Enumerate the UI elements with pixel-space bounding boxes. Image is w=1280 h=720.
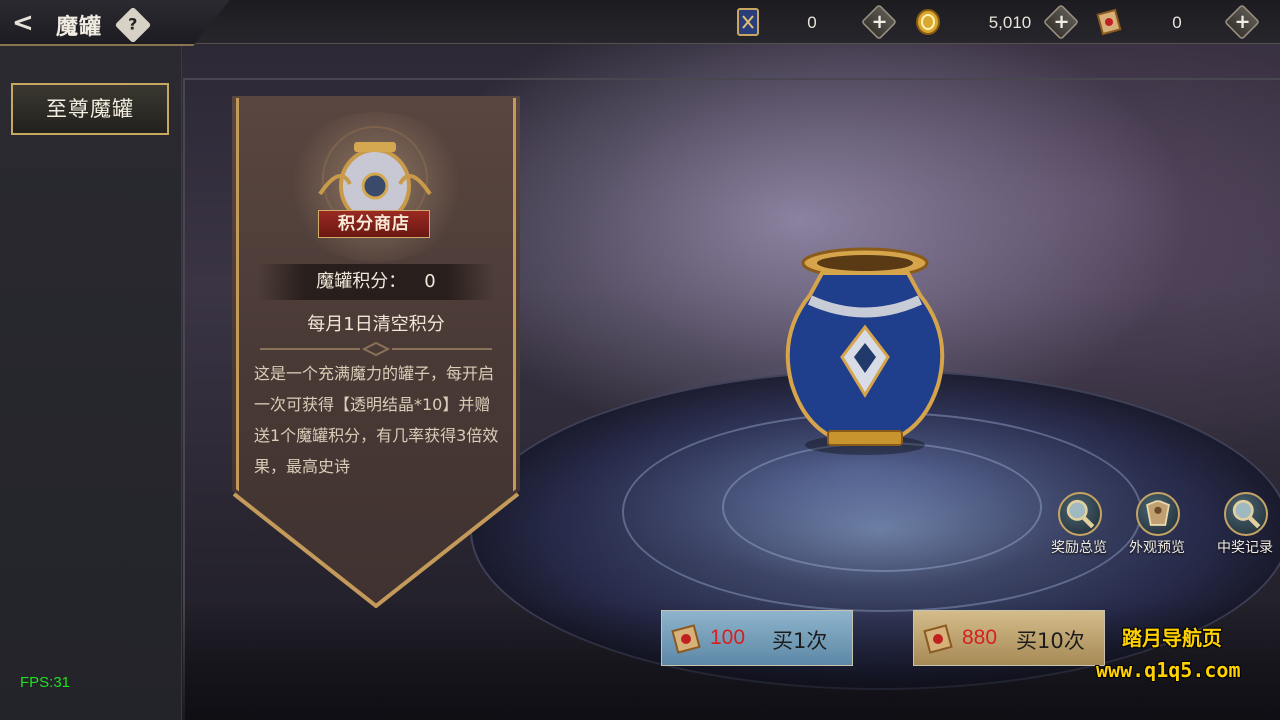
back-arrow-icon: < xyxy=(12,8,34,38)
currency-gold: 5,010 + xyxy=(915,3,1080,41)
reward-overview-label: 奖励总览 xyxy=(1051,540,1107,556)
gold-coin-icon xyxy=(916,9,940,35)
buy-ten-label: 买10次 xyxy=(1016,629,1085,653)
currency-cards: 0 + xyxy=(735,3,898,41)
tab-supreme-jar[interactable]: 至尊魔罐 xyxy=(11,83,169,135)
add-gold-button[interactable]: + xyxy=(1042,3,1080,41)
winning-records-label: 中奖记录 xyxy=(1217,540,1273,556)
armor-icon xyxy=(1136,492,1180,536)
buy-ten-button[interactable]: 880 买10次 xyxy=(913,610,1105,666)
scroll-icon xyxy=(1096,8,1122,36)
currency-value: 0 xyxy=(807,13,817,32)
watermark-title: 踏月导航页 xyxy=(1122,626,1222,650)
magnifier-icon xyxy=(1058,492,1102,536)
add-cards-button[interactable]: + xyxy=(860,3,898,41)
add-scrolls-button[interactable]: + xyxy=(1223,3,1261,41)
points-value: 0 xyxy=(424,271,436,292)
banner-bottom-edge xyxy=(232,492,520,608)
left-panel xyxy=(0,44,182,720)
scroll-icon xyxy=(923,624,953,654)
buy-ten-cost: 880 xyxy=(962,626,998,649)
top-bar: < 魔罐 ? 0 + 5,010 + 0 + xyxy=(0,0,1280,46)
buy-once-cost: 100 xyxy=(710,626,746,649)
back-button[interactable]: < xyxy=(12,9,48,37)
appearance-preview-label: 外观预览 xyxy=(1129,540,1185,556)
reset-note: 每月1日清空积分 xyxy=(307,314,445,335)
page-title: 魔罐 xyxy=(56,15,103,40)
ornament-divider xyxy=(260,342,492,356)
magnifier-icon xyxy=(1224,492,1268,536)
question-icon: ? xyxy=(128,15,138,34)
points-row: 魔罐积分： 0 xyxy=(258,264,494,300)
scroll-icon xyxy=(671,624,701,654)
fps-counter: FPS:31 xyxy=(20,674,71,691)
watermark-url: www.q1q5.com xyxy=(1096,658,1241,682)
reward-overview-button[interactable]: 奖励总览 xyxy=(1044,492,1114,562)
buy-once-label: 买1次 xyxy=(772,629,828,653)
buy-once-button[interactable]: 100 买1次 xyxy=(661,610,853,666)
currency-scrolls: 0 + xyxy=(1096,3,1264,41)
magic-jar[interactable] xyxy=(770,245,960,460)
points-shop-label[interactable]: 积分商店 xyxy=(318,210,430,238)
appearance-preview-button[interactable]: 外观预览 xyxy=(1122,492,1192,562)
jar-description: 这是一个充满魔力的罐子，每开启一次可获得【透明结晶*10】并赠送1个魔罐积分，有… xyxy=(254,364,499,476)
winning-records-button[interactable]: 中奖记录 xyxy=(1210,492,1280,562)
points-label: 魔罐积分： xyxy=(316,271,407,292)
currency-value: 0 xyxy=(1172,13,1182,32)
